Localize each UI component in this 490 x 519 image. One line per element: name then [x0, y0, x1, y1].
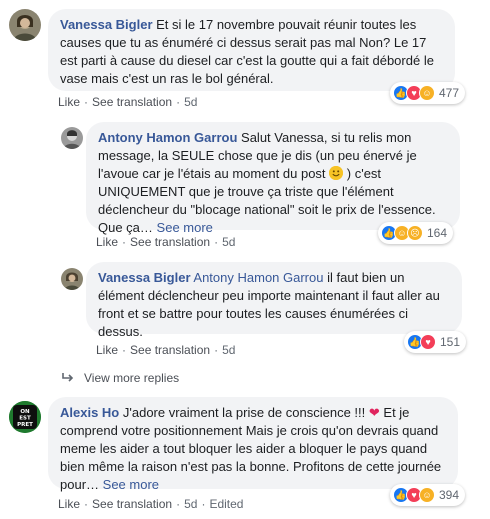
reactions-summary[interactable]: 👍 ☺ ☹ 164: [378, 222, 454, 244]
comment-actions: Like · See translation · 5d: [96, 343, 236, 357]
avatar[interactable]: ON EST PRET: [9, 401, 41, 433]
like-button[interactable]: Like: [58, 497, 80, 511]
smiley-emoji-icon: [329, 166, 344, 180]
timestamp[interactable]: 5d: [222, 343, 235, 357]
like-button[interactable]: Like: [96, 343, 118, 357]
see-translation-link[interactable]: See translation: [130, 235, 210, 249]
love-icon: ♥: [420, 334, 436, 350]
see-more-link[interactable]: See more: [157, 220, 213, 235]
like-button[interactable]: Like: [58, 95, 80, 109]
author-name[interactable]: Alexis Ho: [60, 405, 119, 420]
avatar[interactable]: [9, 9, 41, 41]
edited-label[interactable]: Edited: [209, 497, 243, 511]
view-more-replies-label[interactable]: View more replies: [84, 371, 179, 385]
avatar[interactable]: [61, 127, 83, 149]
avatar-text: PRET: [17, 422, 33, 428]
avatar-text: ON: [20, 409, 30, 415]
see-translation-link[interactable]: See translation: [92, 497, 172, 511]
comment-bubble: Alexis Ho J'adore vraiment la prise de c…: [48, 397, 458, 492]
reactions-summary[interactable]: 👍 ♥ ☺ 394: [390, 484, 466, 506]
reaction-count: 151: [440, 335, 461, 349]
reaction-count: 164: [427, 226, 448, 240]
view-more-replies-link[interactable]: View more replies: [62, 371, 179, 385]
sad-icon: ☹: [407, 225, 423, 241]
haha-icon: ☺: [419, 85, 435, 101]
reply-bubble: Vanessa Bigler Antony Hamon Garrou il fa…: [86, 262, 462, 339]
tagged-user-link[interactable]: Antony Hamon Garrou: [193, 270, 323, 285]
reaction-count: 394: [439, 488, 460, 502]
timestamp[interactable]: 5d: [184, 497, 197, 511]
reactions-summary[interactable]: 👍 ♥ 151: [404, 331, 467, 353]
author-name[interactable]: Antony Hamon Garrou: [98, 130, 237, 145]
reaction-count: 477: [439, 86, 460, 100]
reactions-summary[interactable]: 👍 ♥ ☺ 477: [390, 82, 466, 104]
avatar[interactable]: [61, 268, 83, 290]
comment-actions: Like · See translation · 5d: [58, 95, 198, 109]
author-name[interactable]: Vanessa Bigler: [98, 270, 191, 285]
heart-emoji-icon: ❤: [368, 405, 380, 420]
see-more-link[interactable]: See more: [103, 477, 159, 492]
timestamp[interactable]: 5d: [222, 235, 235, 249]
timestamp[interactable]: 5d: [184, 95, 197, 109]
reply-bubble: Antony Hamon Garrou Salut Vanessa, si tu…: [86, 122, 460, 235]
haha-icon: ☺: [419, 487, 435, 503]
see-translation-link[interactable]: See translation: [92, 95, 172, 109]
reply-arrow-icon: [62, 371, 74, 385]
author-name[interactable]: Vanessa Bigler: [60, 17, 153, 32]
comment-actions: Like · See translation · 5d: [96, 235, 236, 249]
like-button[interactable]: Like: [96, 235, 118, 249]
see-translation-link[interactable]: See translation: [130, 343, 210, 357]
comment-text: Salut Vanessa, si tu relis mon message, …: [98, 130, 436, 235]
comment-bubble: Vanessa Bigler Et si le 17 novembre pouv…: [48, 9, 455, 91]
comment-actions: Like · See translation · 5d · Edited: [58, 497, 244, 511]
avatar-text: EST: [19, 416, 31, 422]
